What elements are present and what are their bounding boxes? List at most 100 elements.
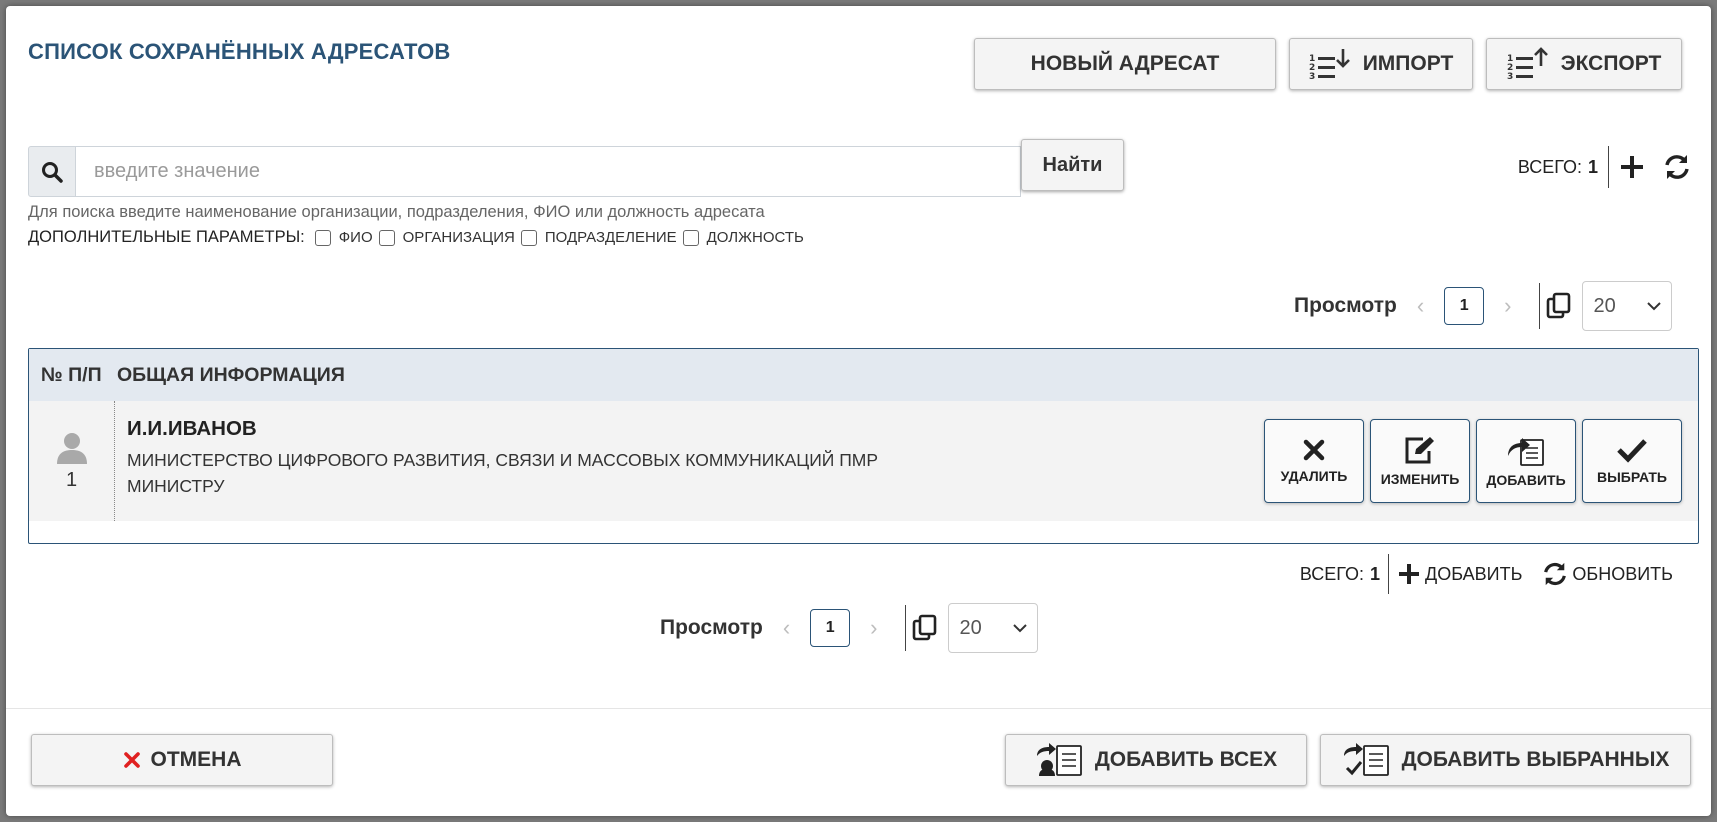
checkbox-box[interactable] [682, 229, 699, 246]
cancel-button[interactable]: ОТМЕНА [31, 734, 333, 786]
chevron-down-icon [1013, 624, 1028, 633]
column-header-info: ОБЩАЯ ИНФОРМАЦИЯ [117, 363, 345, 386]
delete-label: УДАЛИТЬ [1280, 468, 1348, 484]
check-icon [1617, 439, 1647, 463]
param-fio-label: ФИО [338, 229, 373, 246]
param-fio-checkbox[interactable]: ФИО [314, 229, 373, 246]
select-button[interactable]: ВЫБРАТЬ [1582, 419, 1682, 503]
svg-text:3: 3 [1309, 72, 1315, 81]
divider [1608, 146, 1609, 188]
add-all-label: ДОБАВИТЬ ВСЕХ [1094, 748, 1278, 771]
column-header-num: № П/П [41, 363, 102, 386]
addressee-dialog: СПИСОК СОХРАНЁННЫХ АДРЕСАТОВ НОВЫЙ АДРЕС… [6, 6, 1711, 816]
row-actions: УДАЛИТЬ ИЗМЕНИТЬ ДОБАВИТЬ ВЫБРАТЬ [1264, 419, 1682, 503]
total-value: 1 [1370, 563, 1381, 584]
chevron-right-icon[interactable]: › [1504, 293, 1511, 319]
add-link[interactable]: ДОБАВИТЬ [1397, 562, 1522, 586]
page-size-value: 20 [1593, 294, 1616, 317]
add-all-button[interactable]: ДОБАВИТЬ ВСЕХ [1005, 734, 1307, 786]
divider [1388, 554, 1390, 594]
close-icon [1303, 439, 1325, 461]
add-selected-button[interactable]: ДОБАВИТЬ ВЫБРАННЫХ [1320, 734, 1691, 786]
copy-icon[interactable] [912, 614, 938, 642]
add-button[interactable]: ДОБАВИТЬ [1476, 419, 1576, 503]
row-info-cell: И.И.ИВАНОВ МИНИСТЕРСТВО ЦИФРОВОГО РАЗВИТ… [115, 401, 878, 521]
page-size-select[interactable]: 20 [1582, 281, 1673, 331]
page-size-value: 20 [959, 616, 982, 639]
addressee-name: И.И.ИВАНОВ [127, 417, 257, 440]
chevron-right-icon[interactable]: › [870, 615, 877, 641]
search-bar [28, 140, 1067, 197]
params-label: ДОПОЛНИТЕЛЬНЫЕ ПАРАМЕТРЫ: [28, 228, 305, 246]
search-hint: Для поиска введите наименование организа… [28, 203, 765, 221]
row-num-cell: 1 [29, 401, 115, 521]
copy-icon[interactable] [1546, 292, 1572, 320]
total-value: 1 [1587, 156, 1598, 177]
param-position-label: ДОЛЖНОСТЬ [706, 229, 804, 246]
plus-icon[interactable] [1619, 154, 1645, 180]
select-label: ВЫБРАТЬ [1596, 469, 1667, 485]
pager-label: Просмотр [660, 616, 763, 639]
add-link-label: ДОБАВИТЬ [1425, 563, 1523, 584]
table-row[interactable]: 1 И.И.ИВАНОВ МИНИСТЕРСТВО ЦИФРОВОГО РАЗВ… [29, 401, 1698, 521]
refresh-icon [1544, 562, 1567, 586]
delete-button[interactable]: УДАЛИТЬ [1264, 419, 1364, 503]
divider [905, 605, 907, 651]
edit-button[interactable]: ИЗМЕНИТЬ [1370, 419, 1470, 503]
export-label: ЭКСПОРТ [1560, 52, 1662, 75]
refresh-link-label: ОБНОВИТЬ [1572, 563, 1673, 584]
divider [1539, 283, 1541, 329]
addressee-table: № П/П ОБЩАЯ ИНФОРМАЦИЯ 1 И.И.ИВАНОВ МИНИ… [28, 348, 1699, 544]
total-label: ВСЕГО: [1299, 563, 1365, 584]
add-label: ДОБАВИТЬ [1486, 472, 1566, 488]
checkbox-box[interactable] [314, 229, 331, 246]
pager-label: Просмотр [1294, 294, 1397, 317]
cancel-label: ОТМЕНА [150, 748, 242, 771]
export-icon: 1 2 3 [1507, 47, 1548, 81]
share-doc-icon [1508, 438, 1544, 466]
share-doc-icon [1036, 743, 1082, 776]
search-params: ДОПОЛНИТЕЛЬНЫЕ ПАРАМЕТРЫ: ФИО ОРГАНИЗАЦИ… [28, 228, 804, 247]
page-current[interactable]: 1 [810, 609, 851, 647]
addressee-organization: МИНИСТЕРСТВО ЦИФРОВОГО РАЗВИТИЯ, СВЯЗИ И… [127, 450, 879, 470]
chevron-left-icon[interactable]: ‹ [783, 615, 790, 641]
param-department-label: ПОДРАЗДЕЛЕНИЕ [544, 229, 677, 246]
edit-label: ИЗМЕНИТЬ [1380, 471, 1460, 487]
svg-text:3: 3 [1507, 72, 1513, 81]
chevron-down-icon [1647, 302, 1662, 311]
checkbox-box[interactable] [378, 229, 395, 246]
total-summary-bottom: ВСЕГО: 1 ДОБАВИТЬ ОБНОВИТЬ [1300, 554, 1673, 594]
plus-icon [1399, 564, 1420, 584]
export-button[interactable]: 1 2 3 ЭКСПОРТ [1486, 38, 1682, 90]
param-organization-checkbox[interactable]: ОРГАНИЗАЦИЯ [378, 229, 515, 246]
add-selected-label: ДОБАВИТЬ ВЫБРАННЫХ [1401, 748, 1670, 771]
find-button[interactable]: Найти [1021, 139, 1124, 191]
edit-icon [1405, 437, 1434, 464]
pager-top: Просмотр ‹ 1 › 20 [1294, 281, 1673, 331]
import-label: ИМПОРТ [1362, 52, 1454, 75]
import-button[interactable]: 1 2 3 ИМПОРТ [1289, 38, 1473, 90]
page-current[interactable]: 1 [1444, 287, 1485, 325]
checkbox-box[interactable] [520, 229, 537, 246]
param-department-checkbox[interactable]: ПОДРАЗДЕЛЕНИЕ [520, 229, 677, 246]
refresh-icon[interactable] [1663, 153, 1691, 181]
import-icon: 1 2 3 [1309, 49, 1350, 81]
param-position-checkbox[interactable]: ДОЛЖНОСТЬ [682, 229, 804, 246]
user-icon [56, 432, 87, 464]
search-addon [28, 146, 76, 197]
page-size-select[interactable]: 20 [948, 603, 1039, 653]
search-input[interactable] [76, 146, 1021, 197]
row-num: 1 [65, 468, 78, 491]
new-addressee-label: НОВЫЙ АДРЕСАТ [1030, 52, 1220, 75]
table-header: № П/П ОБЩАЯ ИНФОРМАЦИЯ [29, 349, 1698, 401]
close-icon [123, 752, 140, 768]
param-organization-label: ОРГАНИЗАЦИЯ [402, 229, 515, 246]
footer-divider [6, 708, 1711, 709]
addressee-position: МИНИСТРУ [127, 476, 225, 496]
pager-bottom: Просмотр ‹ 1 › 20 [660, 603, 1039, 653]
total-summary-top: ВСЕГО: 1 [1518, 146, 1691, 188]
new-addressee-button[interactable]: НОВЫЙ АДРЕСАТ [974, 38, 1276, 90]
share-doc-icon [1343, 743, 1389, 776]
chevron-left-icon[interactable]: ‹ [1417, 293, 1424, 319]
refresh-link[interactable]: ОБНОВИТЬ [1542, 561, 1673, 587]
